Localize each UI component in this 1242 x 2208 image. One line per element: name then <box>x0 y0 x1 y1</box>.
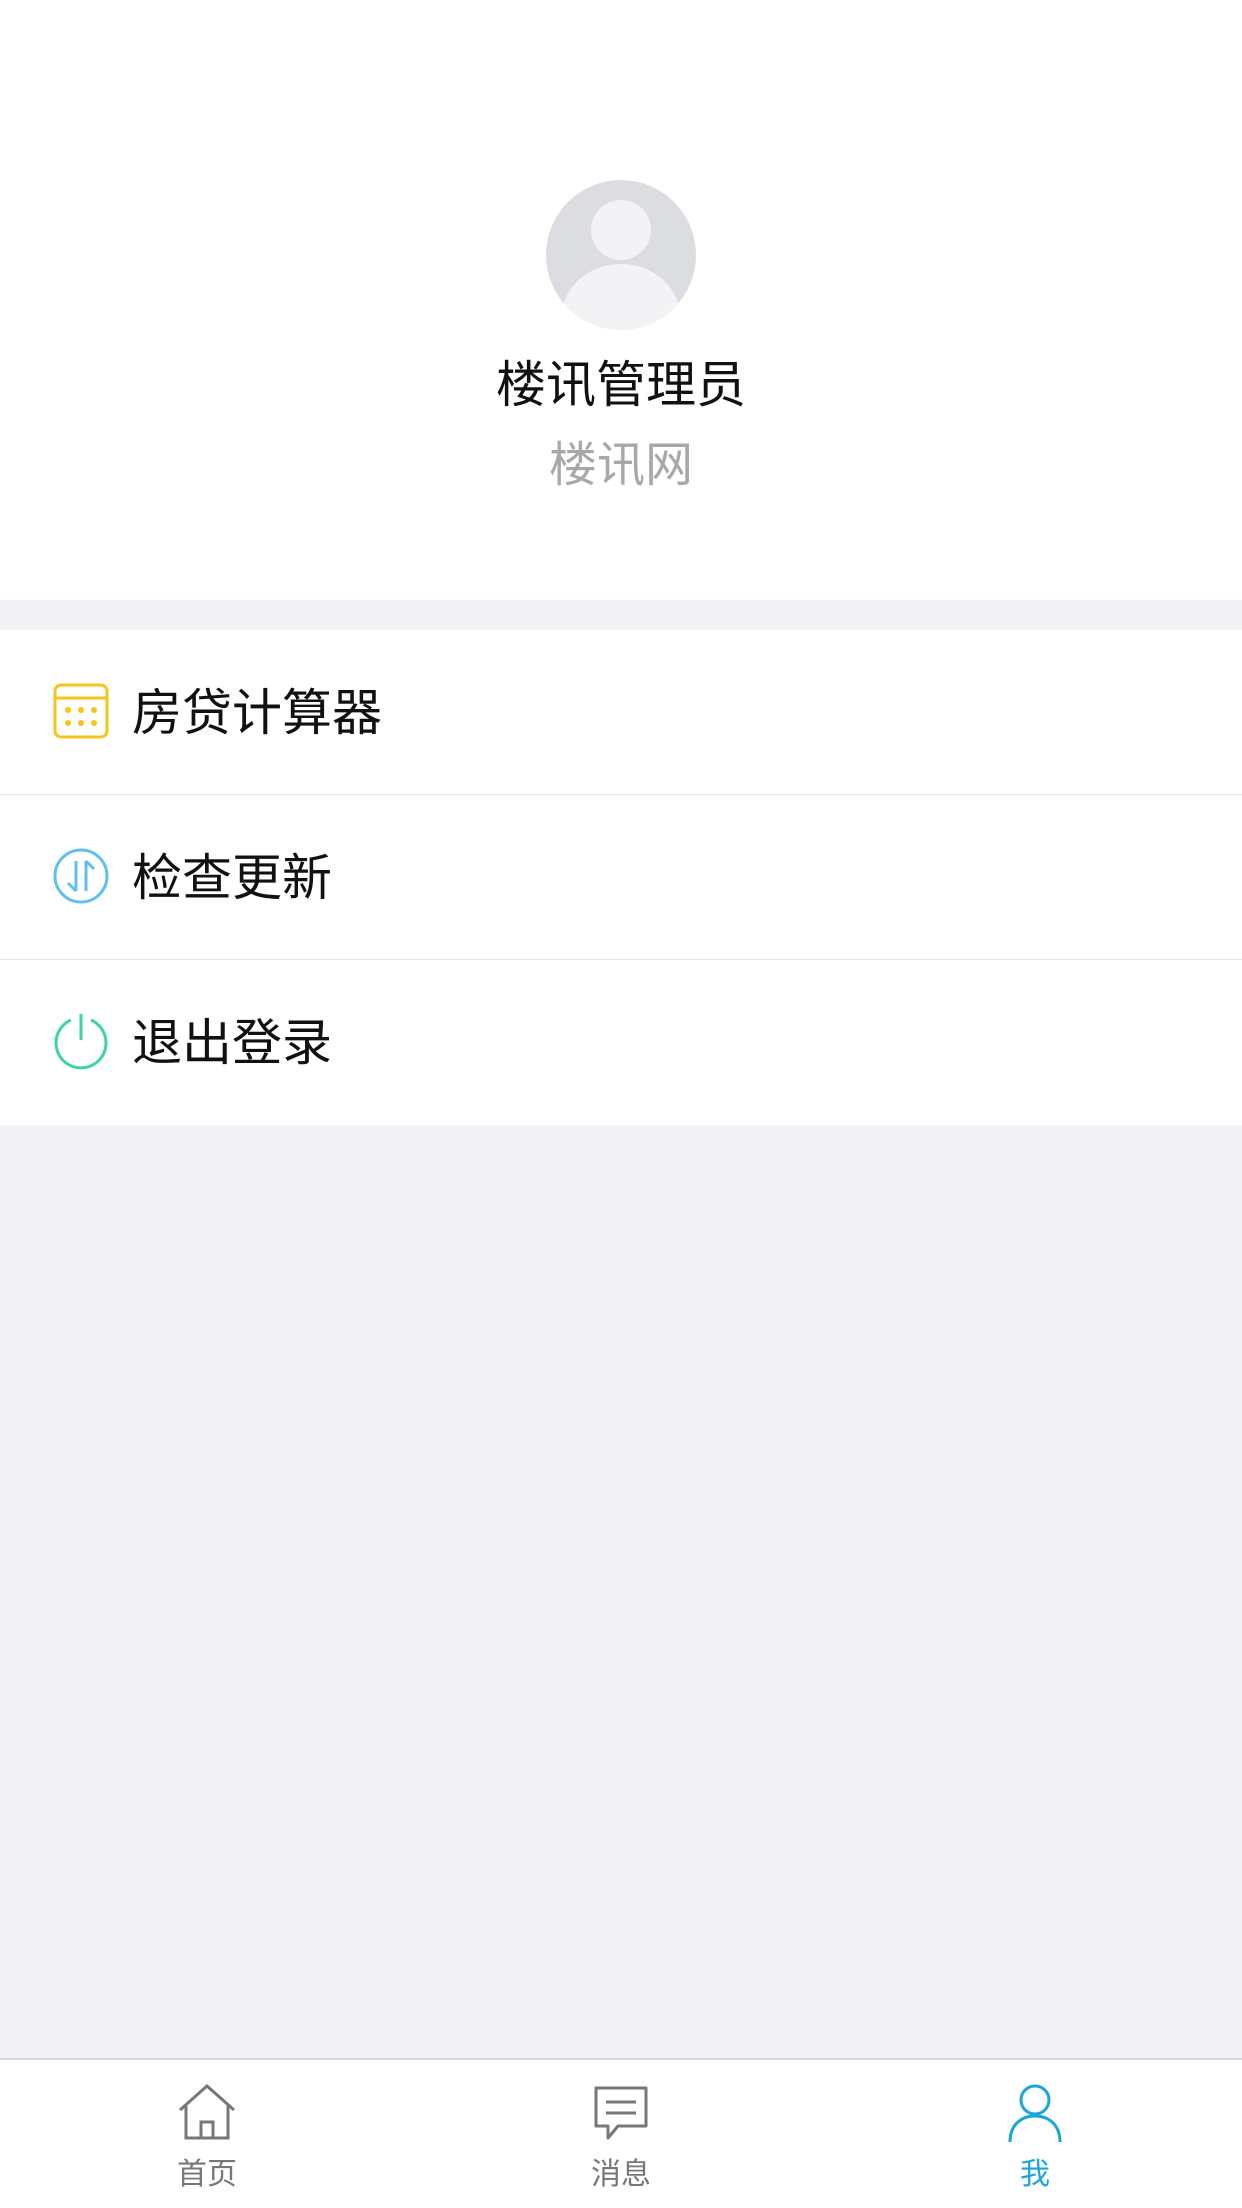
menu-item-label: 检查更新 <box>132 849 332 907</box>
menu-item-logout[interactable]: 退出登录 <box>0 960 1242 1125</box>
tab-label-me: 我 <box>1020 2157 1050 2192</box>
power-icon <box>54 1014 108 1070</box>
avatar-head-shape <box>591 200 651 260</box>
update-icon <box>53 848 109 904</box>
tab-me[interactable]: 我 <box>828 2060 1242 2208</box>
home-icon <box>179 2083 235 2140</box>
user-icon <box>1008 2084 1062 2143</box>
menu-item-label: 退出登录 <box>132 1014 332 1072</box>
settings-menu: 房贷计算器 检查更新 退出登录 <box>0 630 1242 1125</box>
avatar[interactable] <box>546 180 696 330</box>
profile-name: 楼讯管理员 <box>496 356 746 414</box>
tab-label-home: 首页 <box>177 2157 237 2192</box>
profile-header: 楼讯管理员 楼讯网 <box>0 0 1242 600</box>
avatar-body-shape <box>561 264 681 330</box>
message-icon <box>594 2086 648 2140</box>
tab-messages[interactable]: 消息 <box>414 2060 828 2208</box>
profile-page: 楼讯管理员 楼讯网 房贷计算器 检查更新 退出登录 首页 消息 我 <box>0 0 1242 2208</box>
tab-label-messages: 消息 <box>591 2157 651 2192</box>
menu-item-mortgage-calculator[interactable]: 房贷计算器 <box>0 630 1242 795</box>
tab-home[interactable]: 首页 <box>0 2060 414 2208</box>
menu-item-label: 房贷计算器 <box>132 684 382 742</box>
calculator-icon <box>53 683 109 739</box>
profile-organization: 楼讯网 <box>548 437 693 493</box>
bottom-tab-bar: 首页 消息 我 <box>0 2058 1242 2208</box>
menu-item-check-update[interactable]: 检查更新 <box>0 795 1242 960</box>
